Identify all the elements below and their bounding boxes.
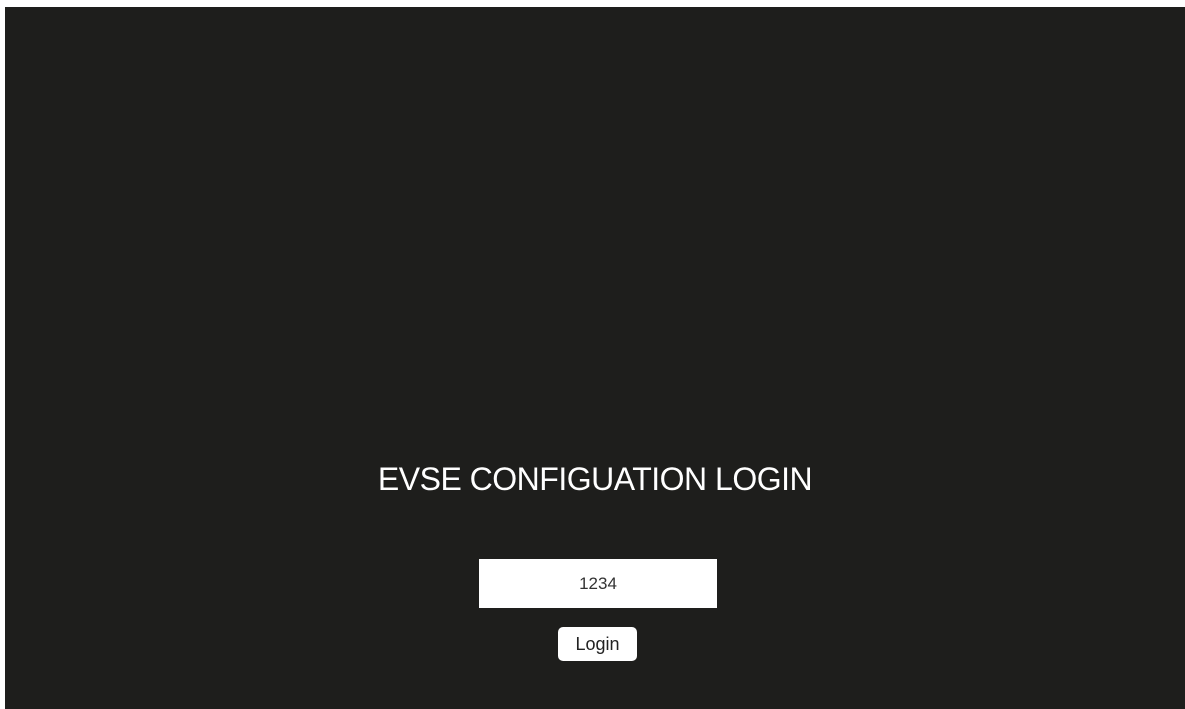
login-button[interactable]: Login [558,627,637,661]
login-screen: EVSE CONFIGUATION LOGIN Login [5,7,1185,709]
page-title: EVSE CONFIGUATION LOGIN [377,461,813,497]
pin-input[interactable] [479,559,717,608]
